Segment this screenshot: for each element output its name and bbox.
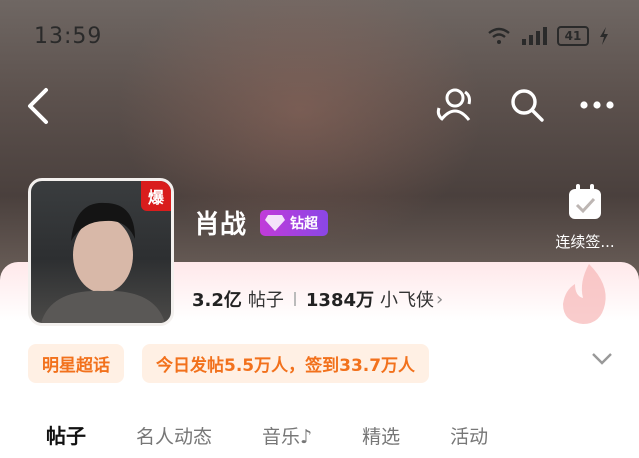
topic-stats: 3.2亿 帖子 1384万 小飞侠 › <box>192 286 443 312</box>
vip-badge[interactable]: 钻超 <box>260 210 328 236</box>
topic-tags: 明星超话 今日发帖5.5万人，签到33.7万人 <box>28 344 430 383</box>
status-time: 13:59 <box>34 24 103 49</box>
back-icon[interactable] <box>20 84 60 128</box>
hot-badge: 爆 <box>141 181 171 211</box>
stats-divider <box>293 292 296 306</box>
daily-activity-tag[interactable]: 今日发帖5.5万人，签到33.7万人 <box>142 344 430 383</box>
tab-featured[interactable]: 精选 <box>362 422 400 449</box>
members-icon[interactable] <box>435 86 475 124</box>
chevron-down-icon[interactable] <box>591 352 613 366</box>
category-tag[interactable]: 明星超话 <box>28 344 124 383</box>
battery-icon: 41 <box>557 26 589 46</box>
status-bar: 13:59 41 <box>0 0 639 70</box>
flame-icon <box>563 264 606 324</box>
search-icon[interactable] <box>509 87 545 123</box>
calendar-check-icon <box>569 184 601 219</box>
chevron-right-icon[interactable]: › <box>436 289 443 310</box>
fans-unit[interactable]: 小飞侠 <box>380 286 434 312</box>
topic-name: 肖战 <box>194 210 247 240</box>
more-icon[interactable] <box>579 100 615 110</box>
status-icons: 41 <box>487 26 609 46</box>
checkin-button[interactable]: 连续签... <box>540 183 630 252</box>
tab-posts[interactable]: 帖子 <box>46 420 86 449</box>
tab-celebrity-news[interactable]: 名人动态 <box>136 422 212 449</box>
fans-count[interactable]: 1384万 <box>306 286 374 312</box>
charging-icon <box>600 27 608 45</box>
tab-music[interactable]: 音乐♪ <box>262 422 312 449</box>
top-nav <box>0 78 639 134</box>
avatar[interactable]: 爆 <box>28 178 174 326</box>
diamond-icon <box>265 215 285 231</box>
tab-bar: 帖子 名人动态 音乐♪ 精选 活动 <box>46 420 538 449</box>
posts-count: 3.2亿 <box>192 290 242 311</box>
vip-badge-label: 钻超 <box>290 216 318 232</box>
battery-level: 41 <box>564 29 582 43</box>
checkin-label: 连续签... <box>555 233 615 251</box>
posts-unit: 帖子 <box>247 290 284 311</box>
tab-events[interactable]: 活动 <box>450 422 488 449</box>
wifi-icon <box>488 27 510 44</box>
signal-icon <box>522 27 547 45</box>
